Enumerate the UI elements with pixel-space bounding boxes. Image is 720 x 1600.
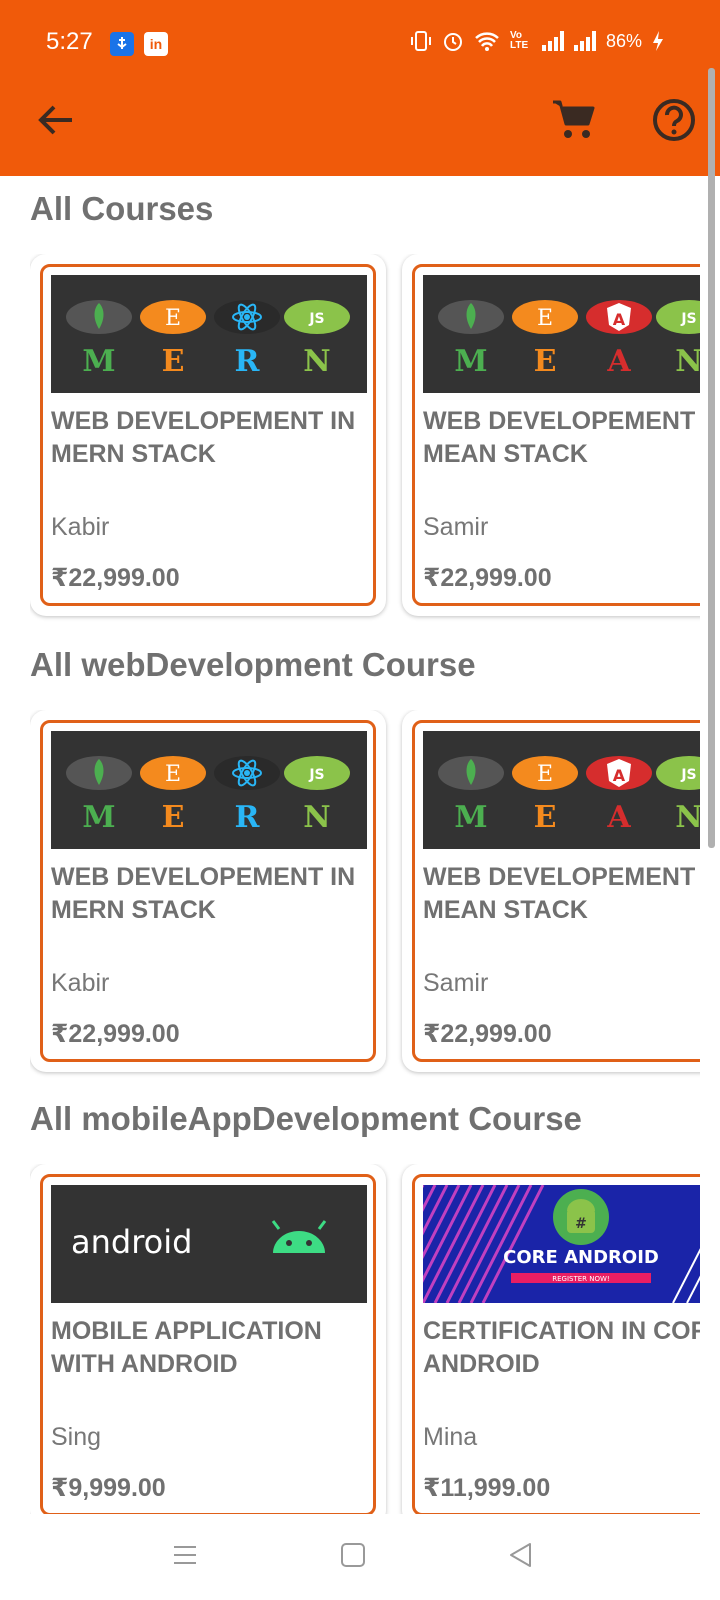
app-bar: 5:27 in Vo LTE 86% — [0, 0, 720, 176]
course-card-frame[interactable]: E JS M E R N WEB DEVELOPEMENT IN MERN STACK K… — [40, 264, 376, 606]
course-card[interactable]: # CORE ANDROID REGISTER NOW! CERTIFICATI… — [402, 1164, 700, 1514]
svg-text:CORE ANDROID: CORE ANDROID — [503, 1247, 659, 1268]
system-nav-bar — [0, 1514, 720, 1600]
svg-text:A: A — [613, 310, 626, 329]
course-card-frame[interactable]: android MOBILE APPLICATION WITH ANDROID … — [40, 1174, 376, 1514]
back-triangle-icon[interactable] — [508, 1542, 534, 1568]
course-card[interactable]: android MOBILE APPLICATION WITH ANDROID … — [30, 1164, 386, 1514]
course-price: ₹22,999.00 — [51, 1020, 180, 1048]
course-list[interactable]: All Courses E JS M E R N WEB DEVELOPEMENT IN … — [0, 176, 700, 1514]
course-price: ₹11,999.00 — [423, 1474, 551, 1502]
home-square-icon[interactable] — [340, 1542, 366, 1568]
thumb-letter: E — [534, 344, 557, 379]
course-row[interactable]: android MOBILE APPLICATION WITH ANDROID … — [30, 1164, 700, 1514]
thumb-letter: R — [235, 344, 261, 379]
wifi-icon — [475, 32, 499, 51]
course-row[interactable]: E JS M E R N WEB DEVELOPEMENT IN MERN STACK K… — [30, 710, 700, 1090]
course-author: Kabir — [51, 513, 110, 541]
course-thumbnail: android — [51, 1185, 367, 1303]
thumb-letter: N — [303, 800, 330, 835]
status-bar: 5:27 in Vo LTE 86% — [0, 0, 720, 86]
thumb-letter: N — [675, 344, 700, 379]
course-title: CERTIFICATION IN CORE ANDROID — [423, 1317, 700, 1378]
course-card-frame[interactable]: # CORE ANDROID REGISTER NOW! CERTIFICATI… — [412, 1174, 700, 1514]
help-icon[interactable] — [650, 96, 698, 144]
course-title: WEB DEVELOPEMENT IN MERN STACK — [51, 863, 356, 924]
course-title: WEB DEVELOPEMENT IN MEAN STACK — [423, 863, 696, 924]
signal-icon — [541, 31, 564, 51]
thumb-letter: E — [534, 800, 557, 835]
thumb-letter: A — [606, 800, 631, 835]
course-card[interactable]: E JS M E R N WEB DEVELOPEMENT IN MERN STACK K… — [30, 710, 386, 1072]
svg-text:A: A — [613, 766, 626, 785]
svg-text:REGISTER NOW!: REGISTER NOW! — [552, 1275, 609, 1283]
svg-text:E: E — [165, 762, 181, 787]
course-thumbnail: E A JS M E A N — [423, 275, 700, 393]
course-card[interactable]: EAJSMEAN WEB DEVELOPEMENT IN MEAN STACK … — [402, 710, 700, 1072]
section-title: All webDevelopment Course — [30, 646, 476, 683]
course-card[interactable]: EAJSMEAN WEB DEVELOPEMENT IN MEAN STACK … — [402, 254, 700, 616]
linkedin-icon: in — [144, 32, 168, 56]
course-author: Mina — [423, 1423, 478, 1451]
course-author: Kabir — [51, 969, 110, 997]
thumb-letter: N — [303, 344, 330, 379]
thumb-letter: E — [162, 800, 185, 835]
status-indicators: Vo LTE 86% — [410, 30, 664, 52]
svg-text:E: E — [165, 306, 181, 331]
svg-text:JS: JS — [680, 767, 696, 783]
thumb-letter: R — [235, 800, 261, 835]
course-card-frame[interactable]: EAJSMEAN WEB DEVELOPEMENT IN MEAN STACK … — [412, 264, 700, 606]
section-title: All mobileAppDevelopment Course — [30, 1100, 582, 1137]
battery-charging-icon — [653, 31, 663, 51]
thumb-letter: M — [82, 344, 115, 379]
course-price: ₹22,999.00 — [51, 564, 180, 592]
usb-icon — [110, 32, 134, 56]
vibrate-icon — [410, 31, 431, 51]
course-thumbnail: E JS M E R N — [51, 731, 367, 849]
svg-text:JS: JS — [308, 311, 324, 327]
thumb-letter: N — [675, 800, 700, 835]
volte-icon: Vo LTE — [509, 30, 529, 51]
thumb-letter: M — [454, 344, 487, 379]
scrollbar[interactable] — [708, 68, 715, 848]
course-thumbnail: # CORE ANDROID REGISTER NOW! — [423, 1185, 700, 1303]
svg-text:JS: JS — [680, 311, 696, 327]
course-card-frame[interactable]: EAJSMEAN WEB DEVELOPEMENT IN MEAN STACK … — [412, 720, 700, 1062]
thumb-letter: A — [606, 344, 631, 379]
course-author: Samir — [423, 969, 489, 997]
course-price: ₹22,999.00 — [423, 564, 552, 592]
alarm-icon — [443, 33, 462, 51]
course-card-frame[interactable]: E JS M E R N WEB DEVELOPEMENT IN MERN STACK K… — [40, 720, 376, 1062]
course-card[interactable]: E JS M E R N WEB DEVELOPEMENT IN MERN STACK K… — [30, 254, 386, 616]
course-title: MOBILE APPLICATION WITH ANDROID — [51, 1317, 322, 1378]
svg-text:android: android — [71, 1223, 192, 1261]
thumb-letter: M — [82, 800, 115, 835]
cart-icon[interactable] — [550, 96, 598, 144]
battery-level: 86% — [605, 30, 642, 51]
svg-text:E: E — [537, 762, 553, 787]
course-author: Sing — [51, 1423, 102, 1451]
course-thumbnail: E A JS M E A N — [423, 731, 700, 849]
svg-text:E: E — [537, 306, 553, 331]
section-title: All Courses — [30, 190, 214, 227]
course-price: ₹22,999.00 — [423, 1020, 552, 1048]
menu-icon[interactable] — [172, 1542, 198, 1568]
thumb-letter: E — [162, 344, 185, 379]
status-time: 5:27 — [46, 28, 93, 55]
course-row[interactable]: E JS M E R N WEB DEVELOPEMENT IN MERN STACK K… — [30, 254, 700, 634]
course-price: ₹9,999.00 — [51, 1474, 166, 1502]
signal-icon — [573, 31, 596, 51]
course-title: WEB DEVELOPEMENT IN MEAN STACK — [423, 407, 696, 468]
course-thumbnail: E JS M E R N — [51, 275, 367, 393]
course-author: Samir — [423, 513, 489, 541]
course-title: WEB DEVELOPEMENT IN MERN STACK — [51, 407, 356, 468]
svg-text:#: # — [575, 1216, 587, 1232]
arrow-back-icon[interactable] — [34, 98, 78, 142]
svg-text:JS: JS — [308, 767, 324, 783]
thumb-letter: M — [454, 800, 487, 835]
